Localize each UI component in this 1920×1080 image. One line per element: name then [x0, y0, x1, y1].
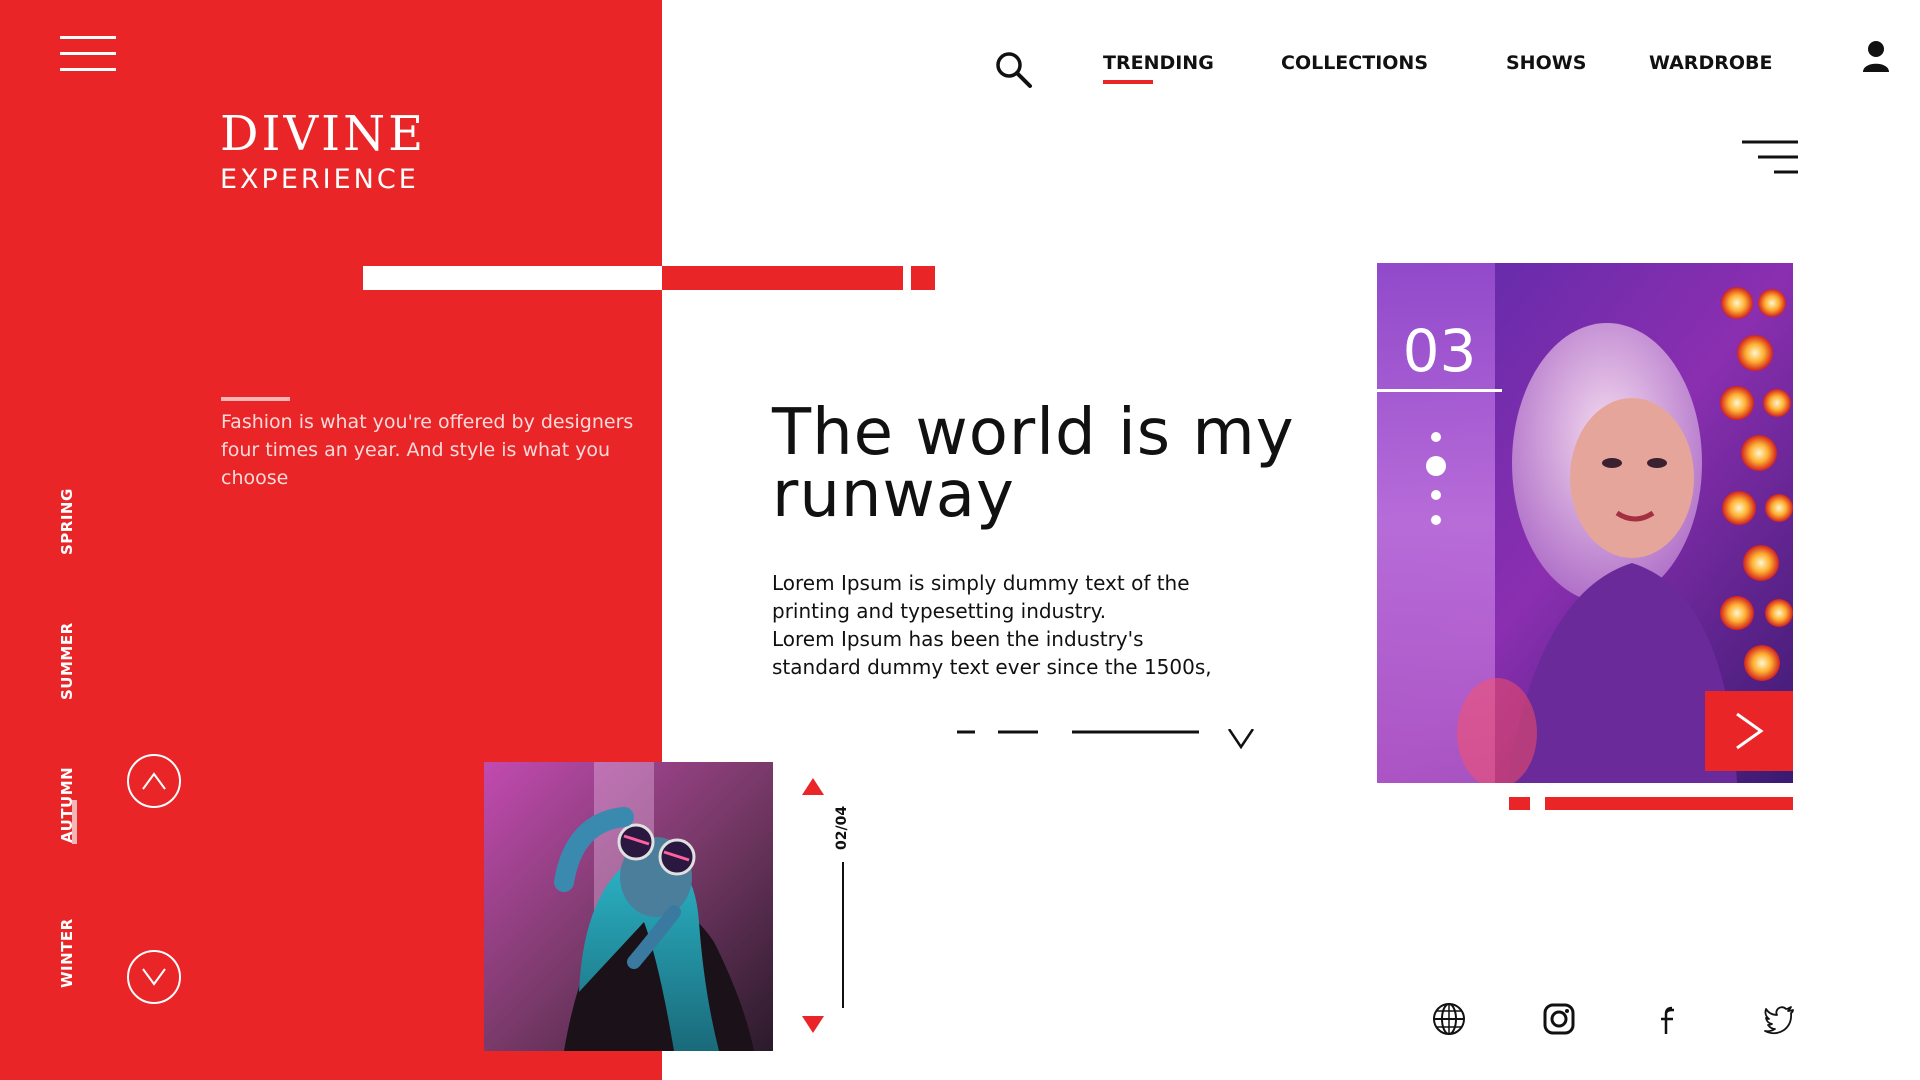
slide-progress-dashes[interactable] — [957, 728, 1263, 753]
slide-dot-2-active[interactable] — [1426, 456, 1446, 476]
hero-headline-line2: runway — [772, 458, 1015, 532]
hero-body-line3: Lorem Ipsum has been the industry's — [772, 627, 1144, 651]
hero-accent-square — [1509, 797, 1530, 810]
hero-accent-bar — [1545, 797, 1793, 810]
season-winter[interactable]: WINTER — [58, 918, 76, 988]
hamburger-menu-icon[interactable] — [60, 36, 116, 72]
hero-body-line1: Lorem Ipsum is simply dummy text of the — [772, 571, 1190, 595]
nav-wardrobe[interactable]: WARDROBE — [1649, 52, 1772, 74]
accent-bar-red — [662, 266, 903, 290]
nav-shows[interactable]: SHOWS — [1506, 52, 1586, 74]
hero-headline-line1: The world is my — [772, 396, 1295, 470]
accent-bar-white — [363, 266, 662, 290]
gallery-counter: 02/04 — [834, 805, 850, 850]
twitter-icon[interactable] — [1762, 1002, 1796, 1036]
slide-dot-3[interactable] — [1431, 490, 1441, 500]
nav-active-underline — [1103, 80, 1153, 84]
hero-body-text: Lorem Ipsum is simply dummy text of the … — [772, 569, 1242, 681]
chevron-up-icon — [142, 772, 166, 790]
gallery-prev-arrow[interactable] — [802, 778, 824, 795]
slide-number-underline — [1377, 389, 1502, 392]
slide-number: 03 — [1402, 317, 1477, 385]
gallery-counter-line — [842, 862, 844, 1008]
hero-body-line4: standard dummy text ever since the 1500s… — [772, 655, 1212, 679]
season-summer[interactable]: SUMMER — [58, 622, 76, 700]
globe-icon[interactable] — [1432, 1002, 1466, 1036]
season-spring[interactable]: SPRING — [58, 488, 76, 555]
scroll-down-button[interactable] — [127, 950, 181, 1004]
hero-headline: The world is my runway — [772, 396, 1332, 532]
chevron-right-icon — [1736, 712, 1764, 750]
search-icon[interactable] — [994, 50, 1034, 90]
chevron-down-icon — [1227, 728, 1255, 750]
gallery-next-arrow[interactable] — [802, 1016, 824, 1033]
user-icon[interactable] — [1862, 40, 1890, 72]
brand-subtitle: EXPERIENCE — [220, 164, 419, 195]
slide-dot-1[interactable] — [1431, 432, 1441, 442]
brand-logo[interactable]: DIVINE EXPERIENCE — [220, 110, 426, 193]
season-active-indicator — [72, 800, 77, 844]
accent-bar-red-square — [911, 266, 935, 290]
facebook-icon[interactable] — [1652, 1002, 1686, 1036]
instagram-icon[interactable] — [1542, 1002, 1576, 1036]
nav-collections[interactable]: COLLECTIONS — [1281, 52, 1428, 74]
tagline-text: Fashion is what you're offered by design… — [221, 411, 634, 489]
gallery-thumbnail[interactable] — [484, 762, 773, 1051]
hero-body-line2: printing and typesetting industry. — [772, 599, 1107, 623]
filter-menu-icon[interactable] — [1742, 140, 1798, 176]
slide-dot-4[interactable] — [1431, 515, 1441, 525]
brand-title: DIVINE — [220, 106, 427, 162]
tagline-divider — [221, 397, 290, 401]
chevron-down-icon — [142, 968, 166, 986]
nav-trending[interactable]: TRENDING — [1103, 52, 1214, 74]
scroll-up-button[interactable] — [127, 754, 181, 808]
next-slide-button[interactable] — [1705, 691, 1793, 771]
